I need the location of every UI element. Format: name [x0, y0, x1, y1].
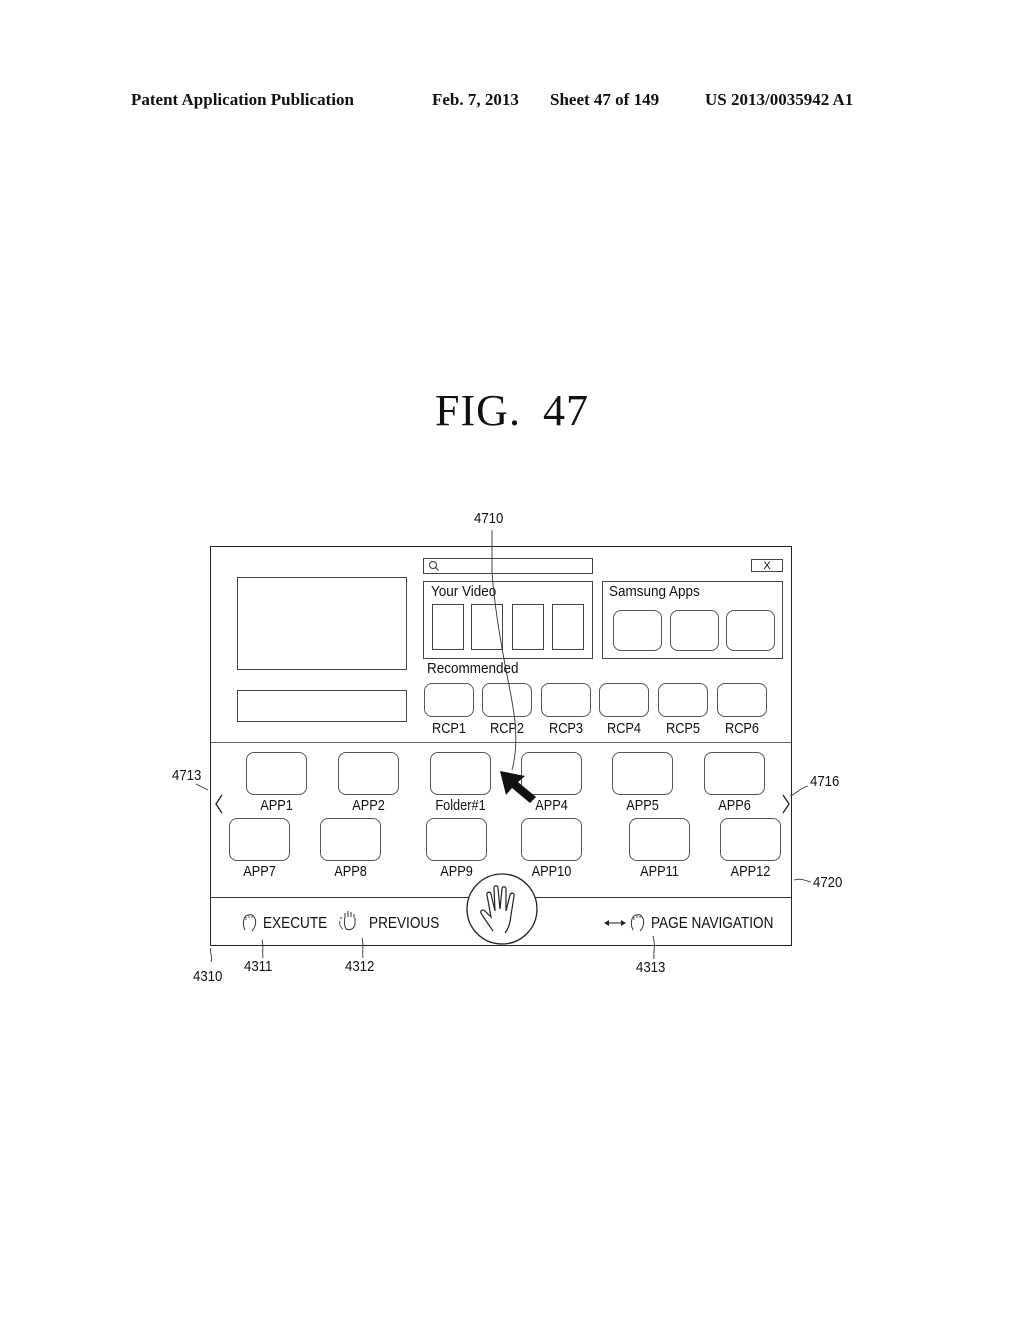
app-tile[interactable] — [246, 752, 307, 795]
app-tile[interactable] — [720, 818, 781, 861]
leader-line-4310 — [209, 947, 213, 963]
publication-date: Feb. 7, 2013 — [432, 90, 519, 109]
app-label: APP1 — [260, 797, 293, 814]
recommended-item[interactable] — [658, 683, 708, 717]
recommended-item[interactable] — [717, 683, 767, 717]
recommended-item[interactable] — [599, 683, 649, 717]
ref-4720: 4720 — [813, 874, 843, 891]
app-tile[interactable] — [521, 752, 582, 795]
horizontal-arrows-icon — [604, 920, 626, 926]
app-label: APP7 — [243, 863, 276, 880]
recommended-item-label: RCP2 — [489, 720, 524, 737]
search-input[interactable] — [423, 558, 593, 574]
app-tile[interactable] — [426, 818, 487, 861]
wave-hand-icon — [339, 911, 356, 931]
leader-line-4713 — [195, 783, 209, 791]
app-label: APP2 — [352, 797, 385, 814]
figure-title: FIG. 47 — [0, 385, 1024, 436]
main-video-panel[interactable] — [237, 577, 407, 670]
app-tile[interactable] — [229, 818, 290, 861]
recommended-item-label: RCP3 — [548, 720, 583, 737]
app-tile[interactable] — [612, 752, 673, 795]
ref-4710: 4710 — [474, 510, 504, 527]
chevron-left-icon[interactable] — [214, 793, 224, 815]
app-tile[interactable] — [338, 752, 399, 795]
samsung-apps-section: Samsung Apps — [602, 581, 783, 659]
recommended-item-label: RCP5 — [665, 720, 700, 737]
patent-number: US 2013/0035942 A1 — [705, 90, 854, 109]
tv-screen: X Your Video Samsung Apps Recommended RC… — [210, 546, 792, 946]
recommended-item-label: RCP1 — [431, 720, 466, 737]
recommended-item-label: RCP4 — [606, 720, 641, 737]
grab-hand-icon — [630, 914, 645, 932]
video-thumbnail[interactable] — [552, 604, 584, 650]
app-tile[interactable] — [704, 752, 765, 795]
samsung-app-tile[interactable] — [613, 610, 662, 651]
app-label: APP11 — [640, 863, 679, 880]
app-label: APP8 — [334, 863, 367, 880]
ref-4310: 4310 — [193, 968, 223, 985]
app-label: APP5 — [626, 797, 659, 814]
recommended-item-label: RCP6 — [724, 720, 759, 737]
app-label: APP4 — [535, 797, 568, 814]
folder-tile[interactable] — [430, 752, 491, 795]
app-tile[interactable] — [320, 818, 381, 861]
video-thumbnail[interactable] — [432, 604, 464, 650]
grab-hand-icon — [242, 914, 257, 932]
figure-number: 47 — [542, 386, 589, 435]
search-icon — [429, 561, 439, 571]
publication-label: Patent Application Publication — [131, 90, 354, 109]
app-tile[interactable] — [629, 818, 690, 861]
section-divider — [211, 742, 791, 743]
ref-4311: 4311 — [244, 958, 273, 975]
ref-4713: 4713 — [172, 767, 202, 784]
close-button[interactable]: X — [751, 559, 783, 572]
leader-line-4720 — [793, 878, 812, 883]
figure-prefix: FIG. — [435, 386, 521, 435]
leader-line-4716 — [789, 785, 809, 797]
open-hand-icon[interactable] — [465, 873, 539, 945]
samsung-apps-title: Samsung Apps — [609, 583, 700, 600]
recommended-item[interactable] — [541, 683, 591, 717]
close-icon: X — [763, 560, 771, 572]
app-label: APP6 — [718, 797, 751, 814]
samsung-app-tile[interactable] — [726, 610, 775, 651]
execute-label: EXECUTE — [263, 915, 328, 932]
recommended-item[interactable] — [424, 683, 474, 717]
ref-4716: 4716 — [810, 773, 840, 790]
video-thumbnail[interactable] — [471, 604, 503, 650]
your-video-title: Your Video — [431, 583, 497, 600]
app-label: Folder#1 — [435, 797, 486, 814]
samsung-app-tile[interactable] — [670, 610, 719, 651]
app-label: APP12 — [730, 863, 771, 880]
your-video-section: Your Video — [423, 581, 593, 659]
video-thumbnail[interactable] — [512, 604, 544, 650]
app-tile[interactable] — [521, 818, 582, 861]
recommended-item[interactable] — [482, 683, 532, 717]
sheet-number: Sheet 47 of 149 — [550, 90, 660, 109]
previous-label: PREVIOUS — [369, 915, 440, 932]
info-panel — [237, 690, 407, 722]
ref-4312: 4312 — [345, 958, 375, 975]
recommended-title: Recommended — [427, 660, 519, 677]
chevron-right-icon[interactable] — [781, 793, 791, 815]
ref-4313: 4313 — [636, 959, 666, 976]
page-navigation-label: PAGE NAVIGATION — [651, 915, 774, 932]
